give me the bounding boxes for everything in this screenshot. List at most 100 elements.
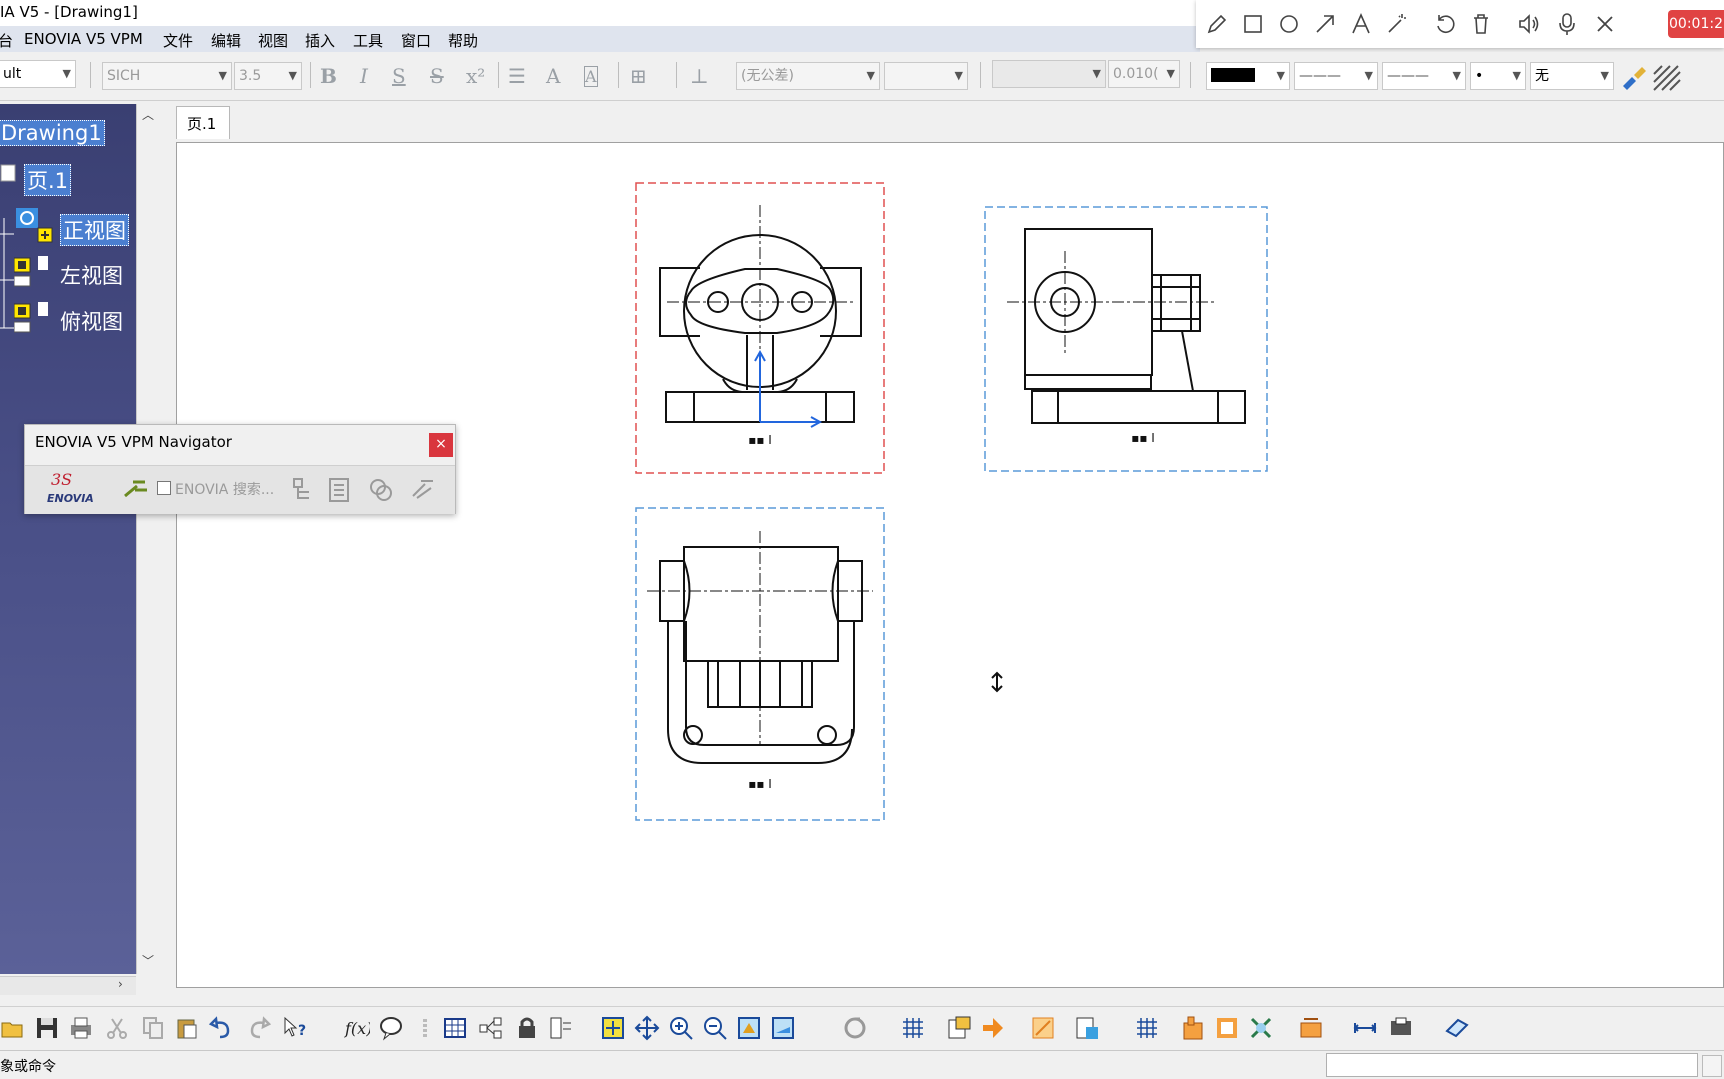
menu-help[interactable]: 帮助 <box>448 30 478 51</box>
top-view[interactable]: ▪▪ I <box>635 507 885 821</box>
speaker-icon[interactable] <box>1517 12 1541 36</box>
menu-enovia[interactable]: ENOVIA V5 VPM <box>24 30 143 48</box>
table-icon[interactable] <box>442 1015 468 1041</box>
sync-icon[interactable] <box>409 476 437 504</box>
compare-icon[interactable] <box>367 476 395 504</box>
command-input[interactable] <box>1326 1053 1698 1077</box>
zoom-out-icon[interactable] <box>702 1015 728 1041</box>
magic-wand-icon[interactable] <box>1385 12 1409 36</box>
table-format-icon[interactable]: ⊞ <box>630 64 647 88</box>
line-type-select[interactable]: ——— ▼ <box>1294 62 1378 90</box>
sheet-preview-icon[interactable] <box>770 1015 796 1041</box>
status-options-button[interactable] <box>1702 1055 1722 1077</box>
tolerance-value-select[interactable]: ▼ <box>884 62 968 90</box>
front-view[interactable]: ▪▪ I <box>635 182 885 474</box>
dimension-style-select[interactable]: ▼ <box>992 60 1106 88</box>
circle-icon[interactable] <box>1277 12 1301 36</box>
tree-horizontal-scrollbar[interactable]: › <box>0 976 136 995</box>
cut-icon[interactable] <box>104 1015 130 1041</box>
scroll-down-icon[interactable]: ﹀ <box>142 952 154 969</box>
hatch-pattern-icon[interactable] <box>1652 64 1682 92</box>
color-select[interactable]: ▼ <box>1206 62 1290 90</box>
tree-structure-icon[interactable] <box>478 1015 504 1041</box>
print-icon[interactable] <box>68 1015 94 1041</box>
fit-all-icon[interactable] <box>600 1015 626 1041</box>
text-icon[interactable] <box>1349 12 1373 36</box>
zoom-in-icon[interactable] <box>668 1015 694 1041</box>
tree-view-front[interactable]: 正视图 <box>60 214 129 246</box>
menu-edit[interactable]: 编辑 <box>211 30 241 51</box>
text-box-icon[interactable]: A <box>584 66 598 87</box>
menu-view[interactable]: 视图 <box>258 30 288 51</box>
navigator-close-button[interactable]: × <box>429 433 453 457</box>
grid-display-icon[interactable] <box>1134 1015 1160 1041</box>
precision-select[interactable]: 0.010(▼ <box>1108 60 1180 88</box>
copy-icon[interactable] <box>140 1015 166 1041</box>
close-icon[interactable] <box>1593 12 1617 36</box>
superscript-icon[interactable]: x² <box>466 64 485 88</box>
connect-icon[interactable] <box>121 476 149 504</box>
menu-start[interactable]: 台 <box>0 30 13 51</box>
point-type-select[interactable]: • ▼ <box>1470 62 1526 90</box>
underline-icon[interactable]: S <box>392 64 406 88</box>
font-size-select[interactable]: 3.5 ▼ <box>234 62 302 90</box>
snap-icon[interactable] <box>980 1015 1006 1041</box>
document-icon[interactable] <box>325 476 353 504</box>
create-view-icon[interactable] <box>1180 1015 1206 1041</box>
search-checkbox[interactable] <box>157 481 171 495</box>
whats-this-icon[interactable]: ? <box>282 1015 308 1041</box>
style-select[interactable]: ult ▼ <box>0 60 76 88</box>
redo-icon[interactable] <box>246 1015 272 1041</box>
tolerance-select[interactable]: (无公差) ▼ <box>736 62 880 90</box>
arrow-icon[interactable] <box>1313 12 1337 36</box>
tree-view-left[interactable]: 左视图 <box>60 260 123 290</box>
bold-icon[interactable]: B <box>320 64 337 88</box>
line-weight-select[interactable]: ——— ▼ <box>1382 62 1466 90</box>
formula-icon[interactable]: f(x) <box>344 1015 370 1041</box>
drawing-sheet[interactable]: ▪▪ I ▪▪ I ▪▪ I <box>176 142 1724 988</box>
align-icon[interactable]: ☰ <box>508 64 526 88</box>
frame-title-icon[interactable] <box>1298 1015 1324 1041</box>
strikethrough-icon[interactable]: S <box>430 64 444 88</box>
sheet-properties-icon[interactable] <box>946 1015 972 1041</box>
scroll-up-icon[interactable]: ︿ <box>142 106 154 123</box>
menu-insert[interactable]: 插入 <box>305 30 335 51</box>
analysis-display-icon[interactable] <box>1030 1015 1056 1041</box>
pencil-icon[interactable] <box>1205 12 1229 36</box>
enovia-search-label[interactable]: ENOVIA 搜索... <box>175 479 274 499</box>
pattern-select[interactable]: 无 ▼ <box>1530 62 1614 90</box>
pan-icon[interactable] <box>634 1015 660 1041</box>
menu-tools[interactable]: 工具 <box>353 30 383 51</box>
sheet-tab[interactable]: 页.1 <box>176 106 230 139</box>
dimension-display-icon[interactable] <box>1074 1015 1100 1041</box>
microphone-icon[interactable] <box>1555 12 1579 36</box>
measure-icon[interactable] <box>1352 1015 1378 1041</box>
tree-vertical-scrollbar[interactable]: ︿ ﹀ <box>136 104 157 974</box>
scroll-right-icon[interactable]: › <box>118 977 123 991</box>
paste-icon[interactable] <box>174 1015 200 1041</box>
smart-pick-icon[interactable] <box>1248 1015 1274 1041</box>
text-frame-icon[interactable]: A <box>546 64 560 88</box>
save-icon[interactable] <box>34 1015 60 1041</box>
menu-window[interactable]: 窗口 <box>401 30 431 51</box>
tree-view-top[interactable]: 俯视图 <box>60 306 123 336</box>
parameters-icon[interactable] <box>548 1015 574 1041</box>
link-icon[interactable] <box>412 1015 438 1041</box>
italic-icon[interactable]: I <box>360 64 368 88</box>
rectangle-icon[interactable] <box>1241 12 1265 36</box>
comment-icon[interactable] <box>378 1015 404 1041</box>
print-area-icon[interactable] <box>1388 1015 1414 1041</box>
tree-sheet[interactable]: 页.1 <box>24 164 72 196</box>
menu-file[interactable]: 文件 <box>163 30 193 51</box>
tree-filter-icon[interactable] <box>291 476 319 504</box>
tree-root[interactable]: Drawing1 <box>0 120 105 146</box>
3d-compass-icon[interactable] <box>1444 1015 1470 1041</box>
trash-icon[interactable] <box>1469 12 1493 36</box>
fit-sheet-icon[interactable] <box>736 1015 762 1041</box>
open-icon[interactable] <box>0 1015 26 1041</box>
font-name-select[interactable]: SICH ▼ <box>102 62 232 90</box>
lock-icon[interactable] <box>514 1015 540 1041</box>
update-icon[interactable] <box>842 1015 868 1041</box>
view-filter-icon[interactable] <box>1214 1015 1240 1041</box>
undo-icon[interactable] <box>1433 12 1457 36</box>
